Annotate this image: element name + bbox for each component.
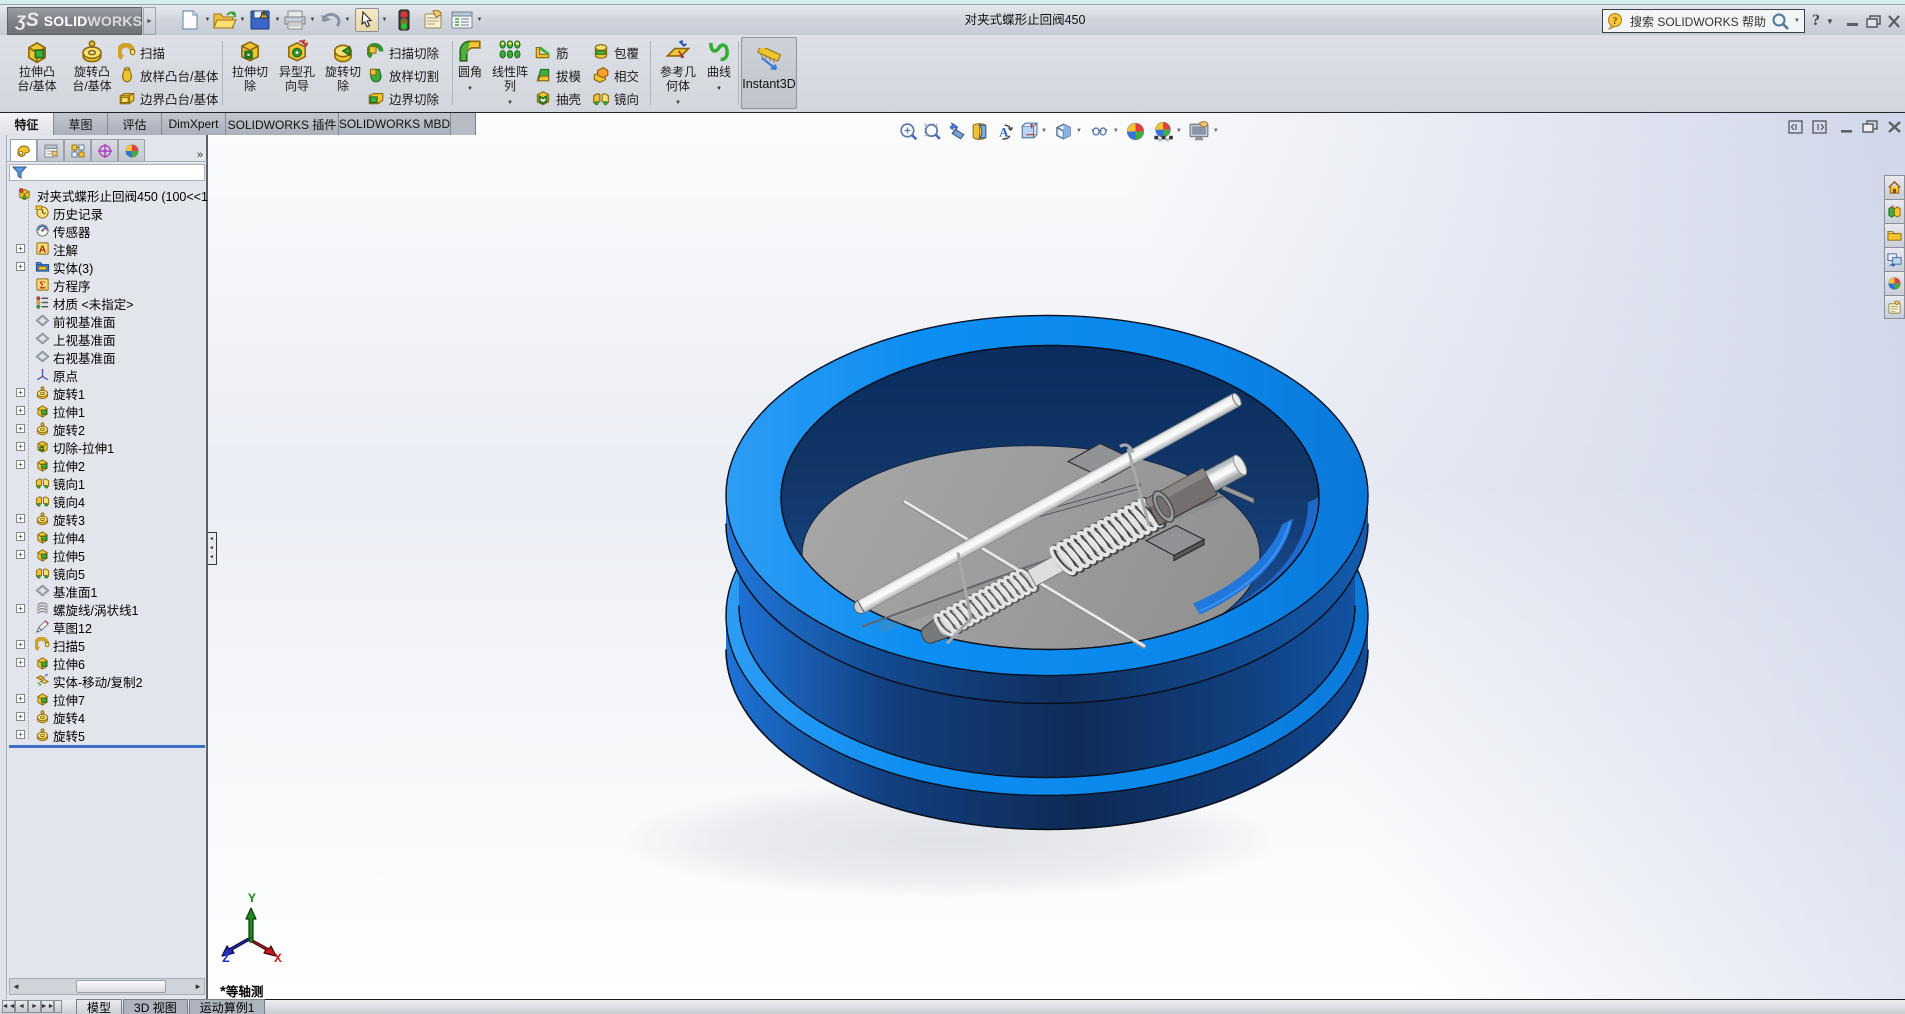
svg-text:?: ? xyxy=(1613,16,1618,27)
svg-text:Z: Z xyxy=(222,951,230,966)
svg-text:X: X xyxy=(274,951,282,966)
svg-text:Y: Y xyxy=(248,891,256,906)
